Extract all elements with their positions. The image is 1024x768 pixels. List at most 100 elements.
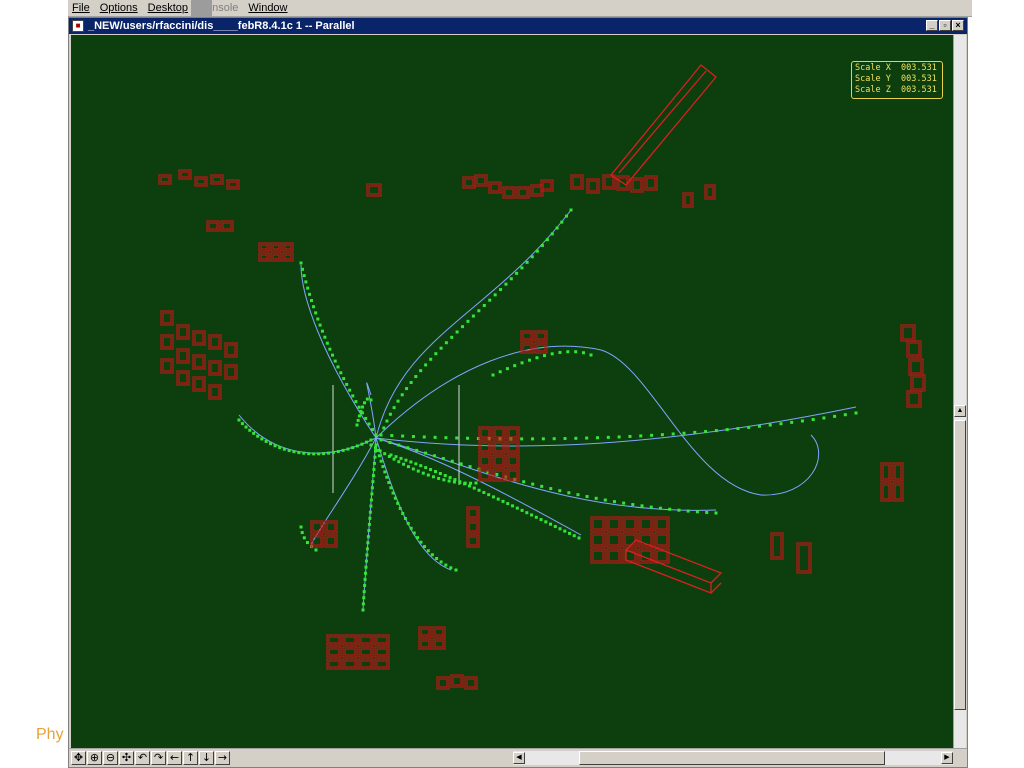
track-2-hit bbox=[357, 405, 361, 409]
track-4-hit bbox=[617, 435, 621, 439]
maximize-button[interactable]: ▫ bbox=[939, 20, 951, 31]
track-9-hit bbox=[686, 509, 690, 513]
track-9-hit bbox=[495, 472, 499, 476]
window-titlebar[interactable]: ■ _NEW/users/rfaccini/dis____febR8.4.1c … bbox=[69, 18, 967, 34]
track-9-hit bbox=[540, 484, 544, 488]
cell-center-column-inner bbox=[508, 470, 518, 480]
track-1-hit bbox=[560, 220, 564, 224]
track-6-hit bbox=[435, 556, 439, 560]
track-5-hit bbox=[292, 450, 296, 454]
horizontal-scrollbar[interactable]: ◀ ▶ bbox=[513, 751, 953, 765]
cell-top-center-inner bbox=[518, 188, 528, 197]
scroll-right-button[interactable]: ▶ bbox=[941, 752, 953, 764]
cell-right-bottom-inner bbox=[608, 550, 620, 562]
track-8-hit bbox=[305, 541, 309, 545]
scroll-left-button[interactable]: ◀ bbox=[513, 752, 525, 764]
menu-desktop[interactable]: Desktop bbox=[144, 2, 192, 14]
track-7-hit bbox=[364, 565, 368, 569]
vertical-scroll-thumb[interactable] bbox=[954, 420, 966, 710]
track-5-hit bbox=[302, 451, 306, 455]
track-9-hit bbox=[424, 451, 428, 455]
track-2-hit bbox=[371, 428, 375, 432]
track-6-hit bbox=[387, 481, 391, 485]
down-arrow-tool[interactable]: ↓ bbox=[199, 751, 214, 765]
pan-tool[interactable]: ✣ bbox=[119, 751, 134, 765]
cell-center-column-inner bbox=[480, 456, 490, 466]
track-4-hit bbox=[811, 417, 815, 421]
track-9-hit bbox=[705, 510, 709, 514]
minimize-button[interactable]: _ bbox=[926, 20, 938, 31]
right-arrow-tool[interactable]: → bbox=[215, 751, 230, 765]
move-tool[interactable]: ✥ bbox=[71, 751, 86, 765]
cell-center-column-inner bbox=[508, 456, 518, 466]
track-6-hit bbox=[389, 486, 393, 490]
cell-lower-left-inner bbox=[326, 536, 336, 546]
track-7-hit bbox=[371, 480, 375, 484]
track-10-hit bbox=[549, 522, 553, 526]
track-6-hit bbox=[409, 526, 413, 530]
track-2-hit bbox=[323, 335, 327, 339]
rotate-left-tool[interactable]: ↶ bbox=[135, 751, 150, 765]
left-arrow-tool[interactable]: ← bbox=[167, 751, 182, 765]
cell-center-lower-inner bbox=[468, 508, 478, 518]
track-7-hit bbox=[363, 577, 367, 581]
track-3-hit bbox=[513, 364, 517, 368]
track-12-hit bbox=[383, 452, 387, 456]
track-12-hit bbox=[458, 481, 462, 485]
track-12-hit bbox=[411, 467, 415, 471]
rotate-right-tool[interactable]: ↷ bbox=[151, 751, 166, 765]
vertical-scrollbar[interactable]: ▲ ▼ bbox=[953, 35, 966, 763]
track-4-hit bbox=[843, 413, 847, 417]
scroll-up-button[interactable]: ▲ bbox=[954, 405, 966, 417]
menu-file[interactable]: File bbox=[68, 2, 94, 14]
cell-center-lower-inner bbox=[468, 536, 478, 546]
cell-left-upper-inner bbox=[208, 222, 218, 230]
track-3-hit bbox=[535, 356, 539, 360]
zoom-in-tool[interactable]: ⊕ bbox=[87, 751, 102, 765]
track-1-hit bbox=[419, 369, 423, 373]
track-3-hit bbox=[566, 350, 570, 354]
cell-left-wall-inner bbox=[162, 360, 172, 372]
track-3-hit bbox=[589, 353, 593, 357]
track-4-hit bbox=[433, 435, 437, 439]
track-2-hit bbox=[302, 274, 306, 278]
menu-window[interactable]: Window bbox=[244, 2, 291, 14]
track-hits bbox=[237, 208, 858, 612]
horizontal-scroll-thumb[interactable] bbox=[579, 751, 885, 765]
window-app-icon[interactable]: ■ bbox=[72, 20, 84, 32]
track-8-hit bbox=[300, 531, 304, 535]
zoom-out-tool[interactable]: ⊖ bbox=[103, 751, 118, 765]
track-1-hit bbox=[461, 325, 465, 329]
scale-y: Scale Y 003.531 bbox=[855, 74, 937, 84]
bottom-toolbar: ✥ ⊕ ⊖ ✣ ↶ ↷ ← ↑ ↓ → ◀ ▶ bbox=[69, 748, 967, 767]
slide-footer-text: Phy bbox=[36, 726, 64, 743]
track-5-hit bbox=[336, 449, 340, 453]
track-1-hit bbox=[400, 393, 404, 397]
track-10-hit bbox=[525, 511, 529, 515]
track-12-hit bbox=[402, 462, 406, 466]
detector-scene bbox=[158, 64, 926, 690]
track-10-hit bbox=[563, 529, 567, 533]
close-button[interactable]: × bbox=[952, 20, 964, 31]
beam-element-lower-end bbox=[710, 582, 722, 594]
track-6-hit bbox=[391, 491, 395, 495]
cell-top-center-inner bbox=[542, 181, 552, 190]
track-7-hit bbox=[364, 559, 368, 563]
track-7-hit bbox=[361, 602, 365, 606]
track-4-hit bbox=[401, 434, 405, 438]
cell-bottom-stack-inner bbox=[328, 636, 340, 644]
track-1-hit bbox=[405, 387, 409, 391]
track-2-hit bbox=[328, 347, 332, 351]
cell-center-column-inner bbox=[494, 456, 504, 466]
cell-top-right-inner bbox=[632, 179, 642, 191]
track-9-hit bbox=[677, 508, 681, 512]
cell-top-right-inner bbox=[588, 180, 598, 192]
track-5-hit bbox=[264, 439, 268, 443]
track-9-hit bbox=[406, 446, 410, 450]
menu-options[interactable]: Options bbox=[96, 2, 142, 14]
event-display-canvas[interactable]: Scale X 003.531 Scale Y 003.531 Scale Z … bbox=[71, 35, 953, 763]
track-5-hit bbox=[244, 425, 248, 429]
up-arrow-tool[interactable]: ↑ bbox=[183, 751, 198, 765]
cell-bottom-stack-inner bbox=[360, 660, 372, 668]
track-12-hit bbox=[474, 481, 478, 485]
